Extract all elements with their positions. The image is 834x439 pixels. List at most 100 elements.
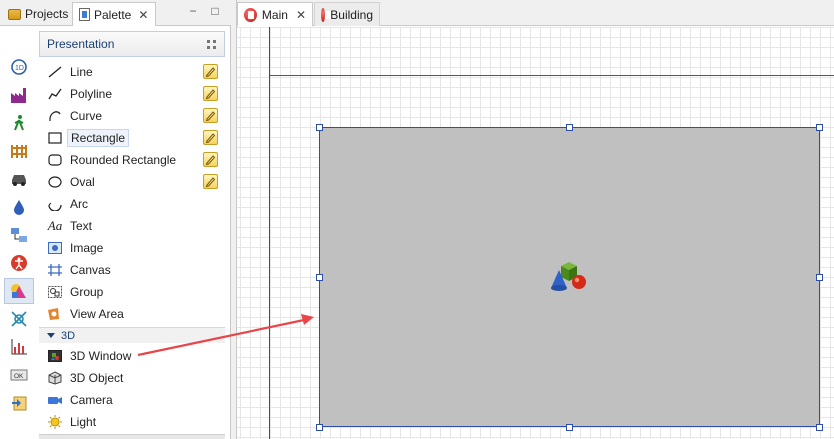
palette-item-label: Oval [70, 175, 95, 189]
resize-handle[interactable] [566, 124, 573, 131]
pencil-icon[interactable] [203, 130, 218, 145]
category-connectivity[interactable] [4, 306, 34, 332]
palette-item-label: Arc [70, 197, 88, 211]
line-icon [48, 66, 62, 78]
oval-icon [48, 176, 62, 188]
grid-view-icon[interactable] [207, 40, 216, 49]
palette-item-rounded-rectangle[interactable]: Rounded Rectangle [40, 149, 224, 171]
palette-item-group[interactable]: Group [40, 281, 224, 303]
palette-section-header[interactable]: Presentation [39, 31, 225, 57]
palette-item-label: Group [70, 285, 104, 299]
pencil-icon[interactable] [203, 64, 218, 79]
factory-icon [11, 88, 26, 103]
category-pedestrian[interactable] [4, 110, 34, 136]
agent-type-icon [244, 7, 257, 22]
group-icon [48, 286, 62, 298]
resize-handle[interactable] [316, 124, 323, 131]
3d-window-element[interactable] [319, 127, 820, 427]
palette-item-label: View Area [70, 307, 124, 321]
rail-fence-icon [11, 145, 27, 158]
tab-projects[interactable]: Projects [2, 2, 74, 26]
subsection-title: 3D [61, 329, 76, 342]
palette-item-view-area[interactable]: View Area [40, 303, 224, 325]
statechart-icon: 1D [11, 59, 27, 75]
section-title: Presentation [47, 37, 115, 51]
palette-item-label: Rounded Rectangle [70, 153, 177, 167]
palette-item-image[interactable]: Image [40, 237, 224, 259]
category-process[interactable] [4, 82, 34, 108]
maximize-button[interactable]: □ [208, 4, 222, 18]
category-agent[interactable] [4, 222, 34, 248]
category-strip: 1D OK [3, 30, 35, 439]
palette-item-3d-window[interactable]: 3D Window [40, 345, 224, 367]
pencil-icon[interactable] [203, 174, 218, 189]
category-fluid[interactable] [4, 194, 34, 220]
tab-palette[interactable]: Palette ✕ [72, 2, 156, 26]
palette-item-3d-object[interactable]: 3D Object [40, 367, 224, 389]
pencil-icon[interactable] [203, 86, 218, 101]
export-icon [12, 396, 27, 411]
category-accessibility[interactable] [4, 250, 34, 276]
resize-handle[interactable] [316, 424, 323, 431]
palette-item-label: Text [70, 219, 93, 233]
category-export[interactable] [4, 390, 34, 416]
palette-item-polyline[interactable]: Polyline [40, 83, 224, 105]
tab-projects-label: Projects [25, 7, 69, 21]
3d-shapes-icon [551, 262, 586, 291]
arc-icon [48, 202, 62, 211]
close-icon[interactable]: ✕ [296, 8, 306, 22]
palette-item-canvas[interactable]: Canvas [40, 259, 224, 281]
connector-icon [11, 311, 27, 327]
palette-item-rectangle[interactable]: Rectangle [40, 127, 224, 149]
close-icon[interactable]: ✕ [138, 8, 148, 22]
walking-person-icon [14, 115, 24, 131]
left-tab-bar: Projects Palette ✕ − □ [0, 0, 231, 26]
subsection-3d-header[interactable]: 3D [39, 327, 225, 343]
palette-item-text[interactable]: Aa Text [40, 215, 224, 237]
rounded-rectangle-icon [48, 154, 62, 166]
tab-palette-label: Palette [94, 7, 132, 22]
tab-main[interactable]: Main ✕ [237, 2, 313, 26]
category-rail[interactable] [4, 138, 34, 164]
editor-canvas[interactable] [237, 27, 834, 439]
category-analysis[interactable] [4, 334, 34, 360]
palette-list: Presentation Line Polyline Curve Rectang… [38, 30, 226, 439]
palette-item-arc[interactable]: Arc [40, 193, 224, 215]
palette-item-label: Light [70, 415, 97, 429]
category-statechart[interactable]: 1D [4, 54, 34, 80]
tab-building[interactable]: Building [314, 2, 380, 26]
category-controls[interactable]: OK [4, 362, 34, 388]
car-icon [12, 175, 26, 186]
palette-item-oval[interactable]: Oval [40, 171, 224, 193]
resize-handle[interactable] [816, 424, 823, 431]
text-icon: Aa [47, 218, 63, 233]
resize-handle[interactable] [566, 424, 573, 431]
origin-y-axis [269, 27, 270, 439]
projects-icon [8, 8, 21, 20]
palette-icon [79, 8, 90, 21]
palette-item-light[interactable]: Light [40, 411, 224, 433]
svg-text:1D: 1D [15, 65, 24, 72]
palette-item-label: Curve [70, 109, 103, 123]
category-road[interactable] [4, 166, 34, 192]
light-bulb-icon [48, 415, 62, 429]
palette-item-curve[interactable]: Curve [40, 105, 224, 127]
curve-icon [49, 111, 61, 122]
palette-item-label: Polyline [70, 87, 113, 101]
resize-handle[interactable] [816, 274, 823, 281]
palette-item-label: Rectangle [67, 129, 130, 147]
palette-item-camera[interactable]: Camera [40, 389, 224, 411]
minimize-button[interactable]: − [186, 4, 200, 18]
3d-window-icon [48, 350, 62, 362]
polyline-icon [48, 88, 62, 100]
palette-item-line[interactable]: Line [40, 61, 224, 83]
resize-handle[interactable] [816, 124, 823, 131]
category-presentation[interactable] [4, 278, 34, 304]
pencil-icon[interactable] [203, 152, 218, 167]
palette-item-label: 3D Window [70, 349, 132, 363]
pencil-icon[interactable] [203, 108, 218, 123]
palette-item-label: Canvas [70, 263, 111, 277]
collapse-triangle-icon[interactable] [47, 333, 55, 338]
editor-tab-bar: Main ✕ Building [237, 0, 834, 26]
resize-handle[interactable] [316, 274, 323, 281]
